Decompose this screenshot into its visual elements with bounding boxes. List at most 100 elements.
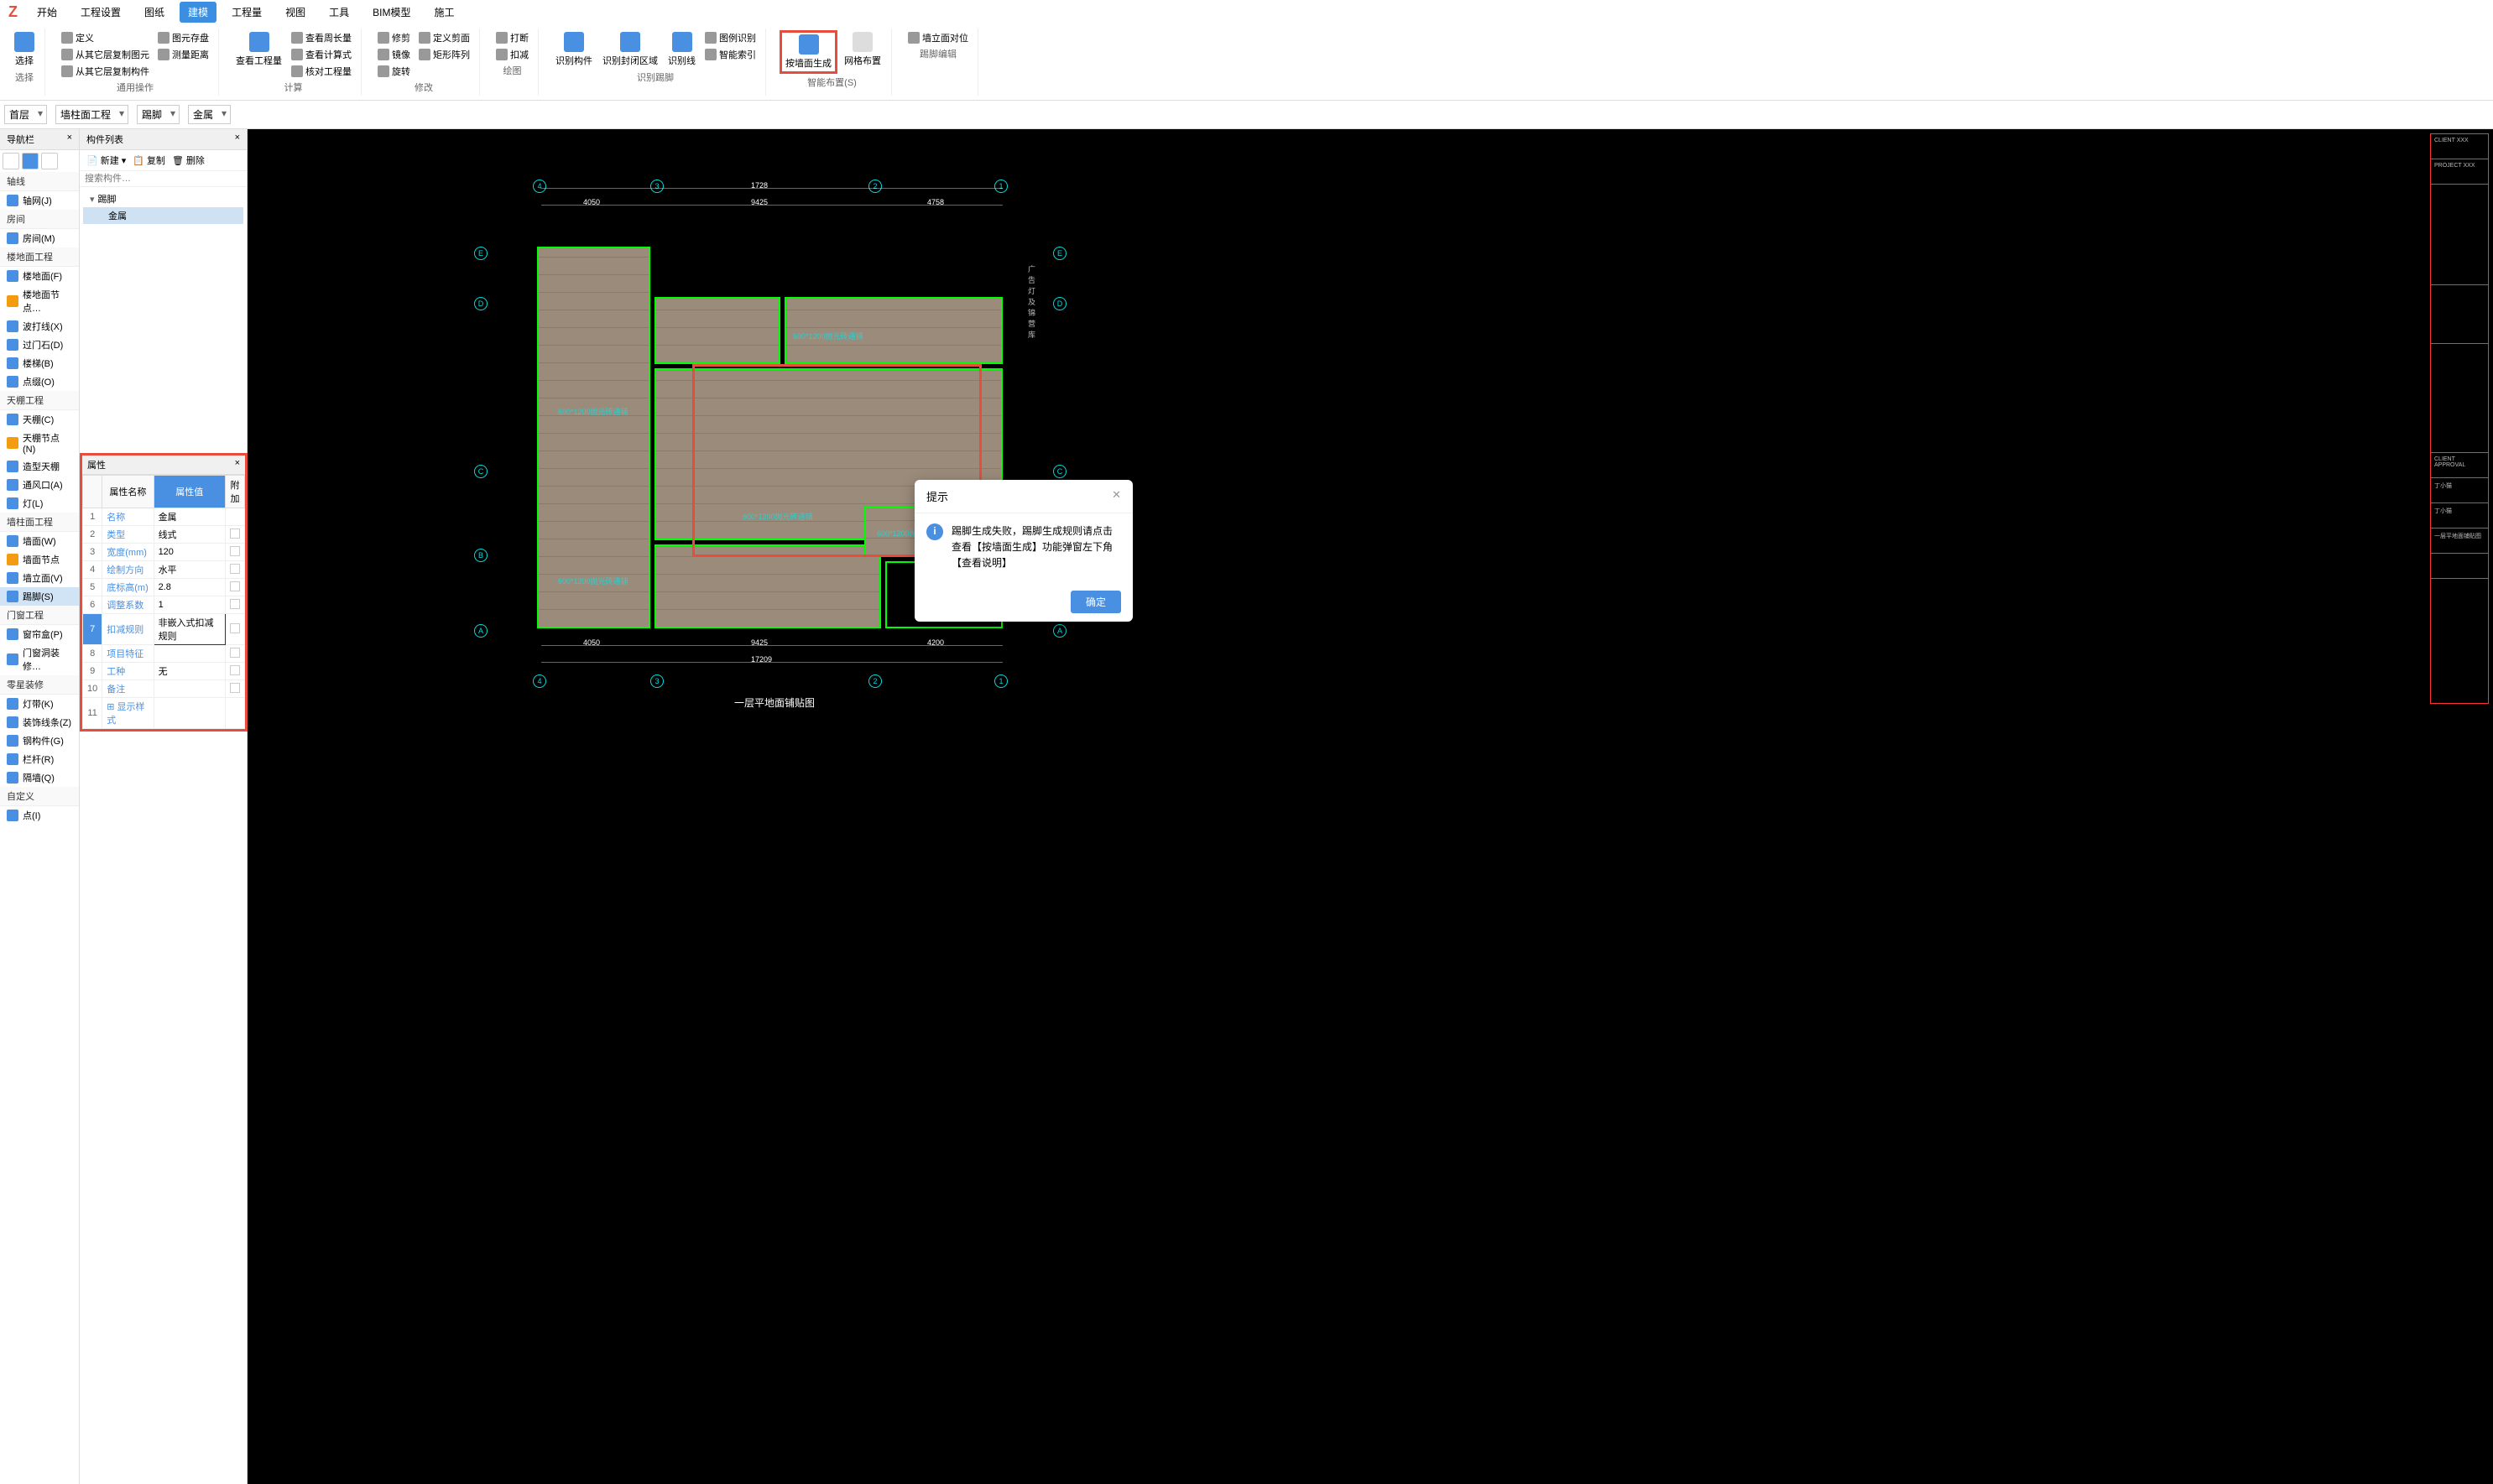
props-row-attach[interactable] [226, 614, 245, 645]
grid-layout-button[interactable]: 网格布置 [841, 30, 884, 69]
delete-button[interactable]: 🗑 删除 [172, 154, 205, 167]
legend-identify-button[interactable]: 图例识别 [702, 30, 759, 45]
view-qty-button[interactable]: 查看工程量 [232, 30, 285, 69]
nav-item[interactable]: 造型天棚 [0, 457, 79, 476]
nav-item[interactable]: 波打线(X) [0, 317, 79, 336]
nav-item[interactable]: 楼梯(B) [0, 354, 79, 372]
define-button[interactable]: 定义 [59, 30, 152, 45]
props-row-value[interactable]: 线式 [154, 526, 225, 544]
props-row[interactable]: 2类型线式 [83, 526, 245, 544]
props-row-value[interactable]: 2.8 [154, 579, 225, 596]
trim-button[interactable]: 修剪 [375, 30, 413, 45]
array-button[interactable]: 矩形阵列 [416, 47, 472, 62]
copy-button[interactable]: 📋 复制 [133, 154, 165, 167]
props-row-value[interactable]: 无 [154, 663, 225, 680]
nav-item[interactable]: 楼地面节点… [0, 285, 79, 317]
nav-item[interactable]: 房间(M) [0, 229, 79, 247]
tab-modeling[interactable]: 建模 [180, 2, 216, 23]
floor-selector[interactable]: 首层 [4, 105, 47, 124]
checkbox[interactable] [230, 623, 240, 633]
checkbox[interactable] [230, 546, 240, 556]
verify-qty-button[interactable]: 核对工程量 [289, 64, 354, 79]
props-row-attach[interactable] [226, 544, 245, 561]
props-row[interactable]: 1名称金属 [83, 508, 245, 526]
nav-item[interactable]: 钢构件(G) [0, 732, 79, 750]
select-button[interactable]: 选择 [11, 30, 38, 69]
deduct-button[interactable]: 扣减 [493, 47, 531, 62]
props-row-value[interactable]: 金属 [154, 508, 225, 526]
props-row-attach[interactable] [226, 663, 245, 680]
identify-line-button[interactable]: 识别线 [665, 30, 699, 69]
tab-tools[interactable]: 工具 [321, 2, 357, 23]
canvas[interactable]: 4 3 2 1 4 3 2 1 E D C B A E D C B A [248, 129, 2493, 1484]
new-button[interactable]: 📄 新建 ▾ [86, 154, 126, 167]
props-row-attach[interactable] [226, 508, 245, 526]
props-row[interactable]: 5底标高(m)2.8 [83, 579, 245, 596]
measure-button[interactable]: 测量距离 [155, 47, 211, 62]
props-row-value[interactable]: 120 [154, 544, 225, 561]
props-row[interactable]: 3宽度(mm)120 [83, 544, 245, 561]
break-button[interactable]: 打断 [493, 30, 531, 45]
props-row[interactable]: 7扣减规则非嵌入式扣减规则 [83, 614, 245, 645]
props-row-value[interactable] [154, 698, 225, 729]
nav-item[interactable]: 踢脚(S) [0, 587, 79, 606]
close-icon[interactable]: × [67, 133, 72, 146]
checkbox[interactable] [230, 599, 240, 609]
nav-item[interactable]: 点缀(O) [0, 372, 79, 391]
close-icon[interactable]: × [235, 458, 240, 471]
nav-item[interactable]: 灯(L) [0, 494, 79, 513]
nav-item[interactable]: 过门石(D) [0, 336, 79, 354]
props-row-value[interactable] [154, 645, 225, 663]
nav-item[interactable]: 窗帘盒(P) [0, 625, 79, 643]
wall-elev-pos-button[interactable]: 墙立面对位 [905, 30, 971, 45]
props-row-attach[interactable] [226, 579, 245, 596]
nav-item[interactable]: 天棚节点(N) [0, 429, 79, 457]
props-row[interactable]: 9工种无 [83, 663, 245, 680]
nav-item[interactable]: 门窗洞装修… [0, 643, 79, 675]
props-row[interactable]: 10备注 [83, 680, 245, 698]
nav-item[interactable]: 装饰线条(Z) [0, 713, 79, 732]
nav-item[interactable]: 点(I) [0, 806, 79, 825]
checkbox[interactable] [230, 564, 240, 574]
mirror-button[interactable]: 镜像 [375, 47, 413, 62]
nav-item[interactable]: 墙面(W) [0, 532, 79, 550]
props-row[interactable]: 4绘制方向水平 [83, 561, 245, 579]
tab-quantity[interactable]: 工程量 [223, 2, 270, 23]
view-mode-3[interactable] [41, 153, 58, 169]
checkbox[interactable] [230, 665, 240, 675]
props-row[interactable]: 11⊞ 显示样式 [83, 698, 245, 729]
props-row-attach[interactable] [226, 645, 245, 663]
view-mode-1[interactable] [3, 153, 19, 169]
tab-start[interactable]: 开始 [29, 2, 65, 23]
perimeter-button[interactable]: 查看周长量 [289, 30, 354, 45]
nav-item[interactable]: 天棚(C) [0, 410, 79, 429]
category-selector[interactable]: 墙柱面工程 [55, 105, 128, 124]
props-row-attach[interactable] [226, 561, 245, 579]
tab-construction[interactable]: 施工 [425, 2, 462, 23]
nav-item[interactable]: 楼地面(F) [0, 267, 79, 285]
rotate-button[interactable]: 旋转 [375, 64, 413, 79]
props-row-attach[interactable] [226, 596, 245, 614]
section-button[interactable]: 定义剪面 [416, 30, 472, 45]
close-icon[interactable]: × [235, 133, 240, 146]
nav-item[interactable]: 栏杆(R) [0, 750, 79, 768]
nav-item[interactable]: 灯带(K) [0, 695, 79, 713]
tab-bim[interactable]: BIM模型 [364, 2, 419, 23]
nav-item[interactable]: 墙立面(V) [0, 569, 79, 587]
type-selector[interactable]: 金属 [188, 105, 231, 124]
dialog-close-button[interactable]: ✕ [1112, 488, 1121, 504]
smart-index-button[interactable]: 智能索引 [702, 47, 759, 62]
nav-item[interactable]: 墙面节点 [0, 550, 79, 569]
props-row-value[interactable]: 非嵌入式扣减规则 [154, 614, 225, 645]
nav-item[interactable]: 通风口(A) [0, 476, 79, 494]
checkbox[interactable] [230, 683, 240, 693]
checkbox[interactable] [230, 648, 240, 658]
checkbox[interactable] [230, 581, 240, 591]
props-row-value[interactable]: 水平 [154, 561, 225, 579]
copy-comp-button[interactable]: 从其它层复制构件 [59, 64, 152, 79]
elem-save-button[interactable]: 图元存盘 [155, 30, 211, 45]
by-wall-generate-button[interactable]: 按墙面生成 [780, 30, 837, 74]
nav-item[interactable]: 隔墙(Q) [0, 768, 79, 787]
props-row-attach[interactable] [226, 698, 245, 729]
props-row-value[interactable]: 1 [154, 596, 225, 614]
